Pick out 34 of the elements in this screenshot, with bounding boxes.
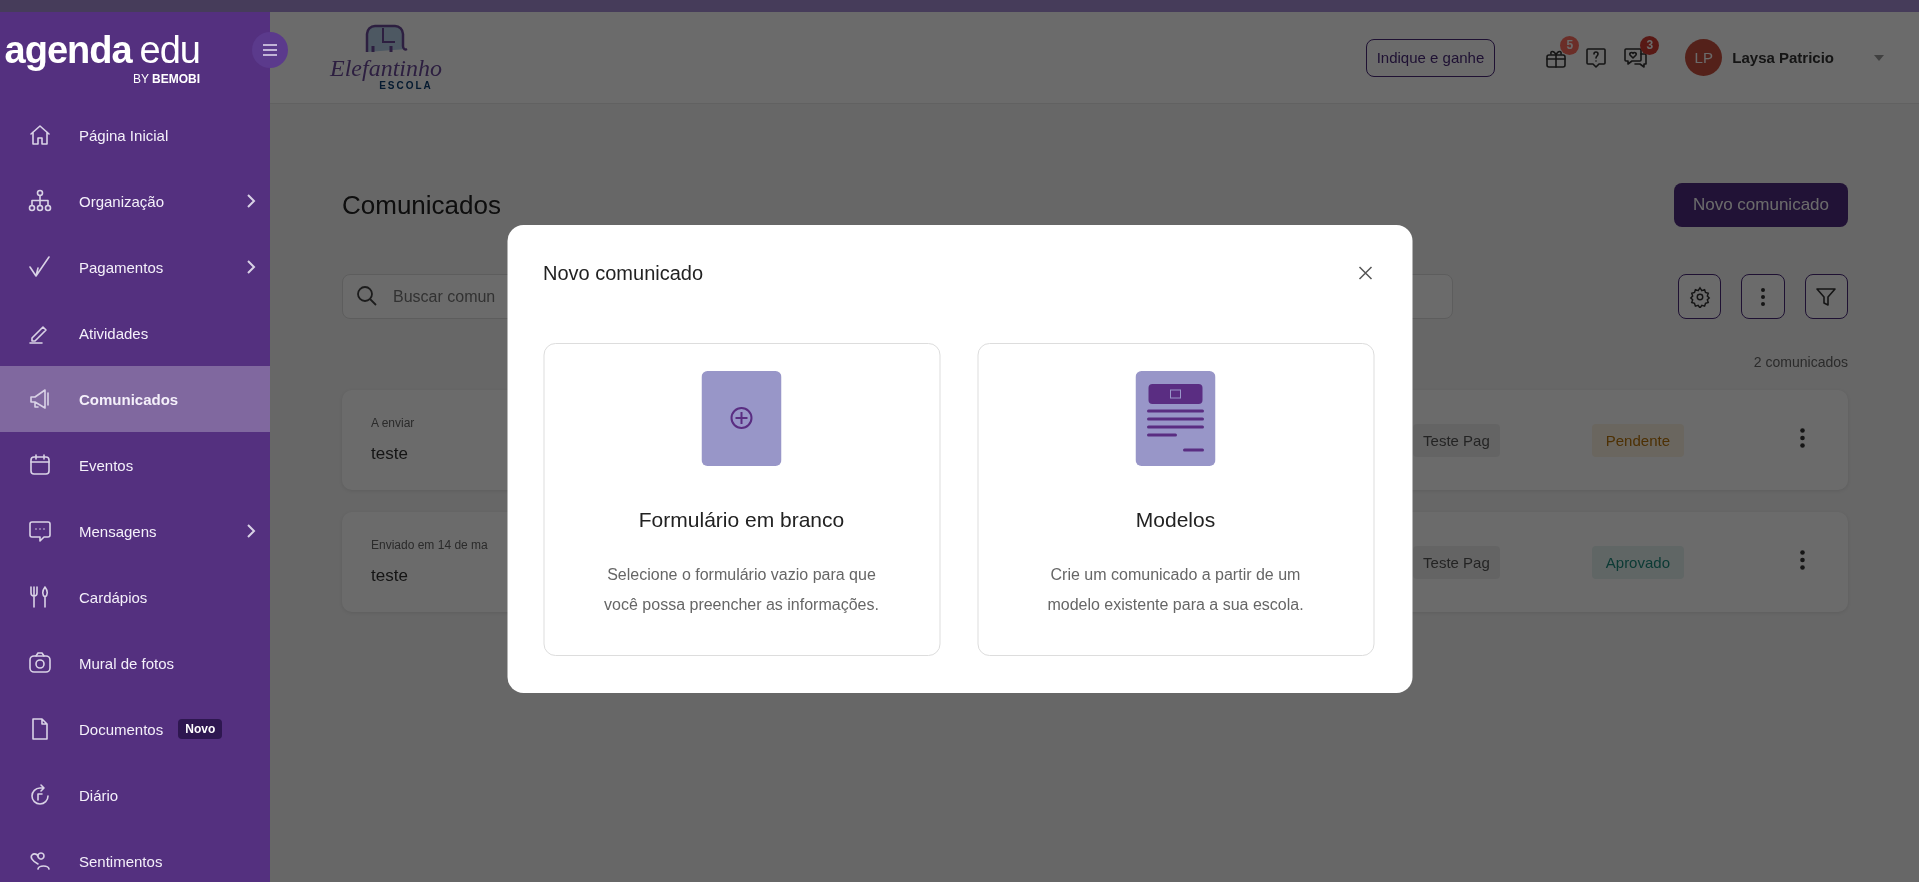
sidebar-item[interactable]: Eventos xyxy=(0,432,270,498)
announcement-title: teste xyxy=(371,566,408,586)
result-count: 2 comunicados xyxy=(1753,354,1848,370)
page-title: Comunicados xyxy=(342,189,501,221)
logo-byline: BY BEMOBI xyxy=(132,72,200,86)
send-status-text: Enviado em 14 de ma xyxy=(371,538,488,552)
sidebar-item[interactable]: Sentimentos xyxy=(0,828,270,882)
logo-wordmark: agenda xyxy=(4,30,132,70)
sidebar-item[interactable]: Cardápios xyxy=(0,564,270,630)
sidebar-item[interactable]: Diário xyxy=(0,762,270,828)
status-badge: Aprovado xyxy=(1591,545,1684,579)
option-title: Modelos xyxy=(1135,508,1216,532)
sidebar-item[interactable]: Mural de fotos xyxy=(0,630,270,696)
send-status-text: A enviar xyxy=(371,416,415,430)
option-description: Selecione o formulário vazio para que você possa preencher as informações. xyxy=(603,565,880,615)
sidebar-item[interactable]: Comunicados xyxy=(0,366,270,432)
status-badge: Pendente xyxy=(1591,423,1684,457)
sidebar-item[interactable]: Pagamentos xyxy=(0,234,270,300)
sidebar-item[interactable]: Documentos Novo xyxy=(0,696,270,762)
logo-wordmark-suffix: edu xyxy=(139,30,200,70)
option-description: Crie um comunicado a partir de um modelo existente para a sua escola. xyxy=(1046,565,1305,615)
sidebar-item[interactable]: Mensagens xyxy=(0,498,270,564)
modal-title: Novo comunicado xyxy=(543,261,704,285)
recipient-tag: Teste Pag xyxy=(1413,545,1500,579)
school-logo-subtitle: ESCOLA xyxy=(379,80,433,91)
sidebar-item[interactable]: Atividades xyxy=(0,300,270,366)
option-title: Formulário em branco xyxy=(638,508,845,532)
recipient-tag: Teste Pag xyxy=(1413,423,1500,457)
new-badge: Novo xyxy=(178,719,223,739)
sidebar-item[interactable]: Organização xyxy=(0,168,270,234)
notification-badge: 3 xyxy=(1640,35,1660,55)
sidebar-item[interactable]: Página Inicial xyxy=(0,102,270,168)
announcement-title: teste xyxy=(371,444,408,464)
notification-badge: 5 xyxy=(1560,35,1580,55)
